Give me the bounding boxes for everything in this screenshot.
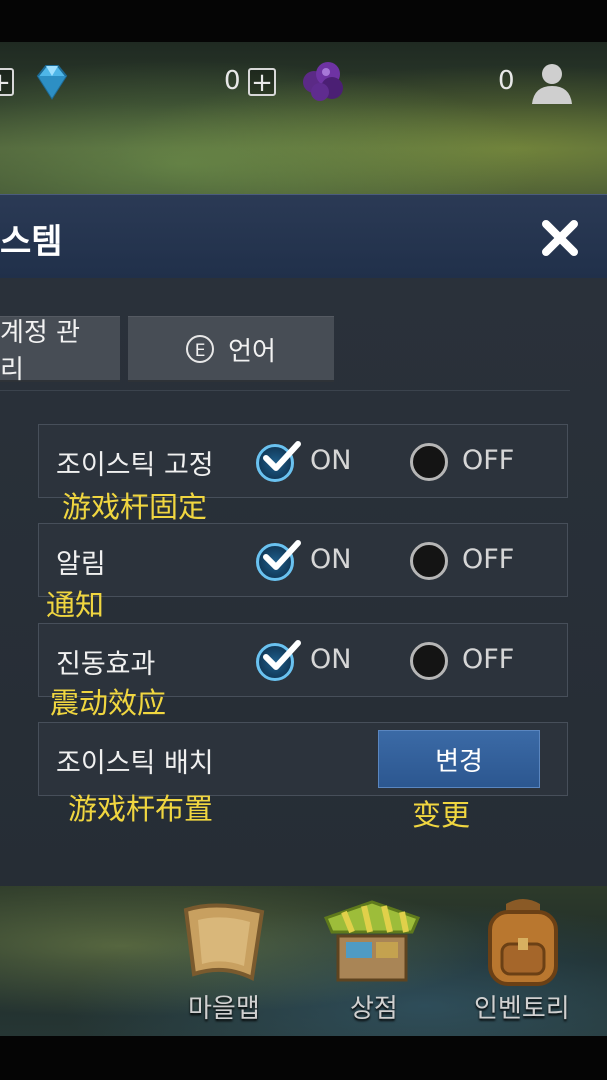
notification-on-radio[interactable] [256, 540, 301, 581]
nav-village-map[interactable] [176, 896, 276, 986]
notification-off-label: OFF [462, 544, 515, 575]
annotation-notification: 通知 [46, 588, 105, 622]
tab-language-label: 언어 [228, 336, 276, 367]
setting-label-joystick-layout: 조이스틱 배치 [56, 748, 214, 779]
tab-language[interactable]: E 언어 [128, 316, 334, 382]
gem-plus-button[interactable]: + [0, 68, 14, 96]
annotation-joystick-layout: 游戏杆布置 [68, 792, 214, 826]
notification-off-radio[interactable] [410, 542, 448, 580]
vibration-off-label: OFF [462, 644, 515, 675]
tab-account-label: 계정 관리 [0, 318, 81, 385]
crystal-cluster-icon [298, 58, 348, 104]
backpack-icon [488, 899, 558, 986]
friends-count: 0 [498, 66, 515, 96]
joystick-fix-on-label: ON [310, 445, 352, 476]
joystick-fix-off-radio[interactable] [410, 443, 448, 481]
setting-label-notification: 알림 [56, 549, 106, 580]
close-button[interactable] [536, 214, 584, 262]
map-scroll-icon [183, 903, 265, 982]
annotation-vibration: 震动效应 [50, 686, 167, 720]
close-icon [542, 220, 578, 256]
middle-plus-button[interactable]: + [248, 68, 276, 96]
vibration-off-radio[interactable] [410, 642, 448, 680]
notification-on-label: ON [310, 544, 352, 575]
tab-account-management[interactable]: 계정 관리 [0, 316, 120, 385]
nav-shop-label: 상점 [350, 994, 398, 1024]
joystick-fix-on-radio[interactable] [256, 441, 301, 482]
bottom-black-strip [0, 1036, 607, 1080]
joystick-fix-off-label: OFF [462, 445, 515, 476]
checkmark-icon [263, 640, 301, 670]
nav-inventory-label: 인벤토리 [474, 994, 570, 1024]
nav-shop[interactable] [320, 896, 424, 988]
annotation-joystick-fix: 游戏杆固定 [62, 490, 208, 524]
top-status-strip [0, 0, 607, 42]
vibration-on-label: ON [310, 644, 352, 675]
tab-divider [0, 390, 570, 391]
annotation-change: 变更 [412, 798, 471, 832]
setting-label-vibration: 진동효과 [56, 649, 156, 680]
change-button[interactable]: 변경 [378, 730, 540, 788]
middle-resource-count: 0 [224, 66, 241, 96]
checkmark-icon [263, 441, 301, 471]
shop-stall-icon [323, 900, 421, 982]
nav-village-map-label: 마을맵 [188, 994, 260, 1024]
dialog-header [0, 194, 607, 279]
setting-label-joystick-fix: 조이스틱 고정 [56, 450, 214, 481]
nav-inventory[interactable] [478, 894, 568, 990]
checkmark-icon [263, 540, 301, 570]
dialog-title: 스템 [0, 222, 63, 262]
vibration-on-radio[interactable] [256, 640, 301, 681]
change-button-label: 변경 [435, 746, 483, 777]
diamond-icon [30, 60, 74, 104]
user-icon[interactable] [528, 60, 576, 106]
e-letter-icon: E [186, 335, 215, 363]
